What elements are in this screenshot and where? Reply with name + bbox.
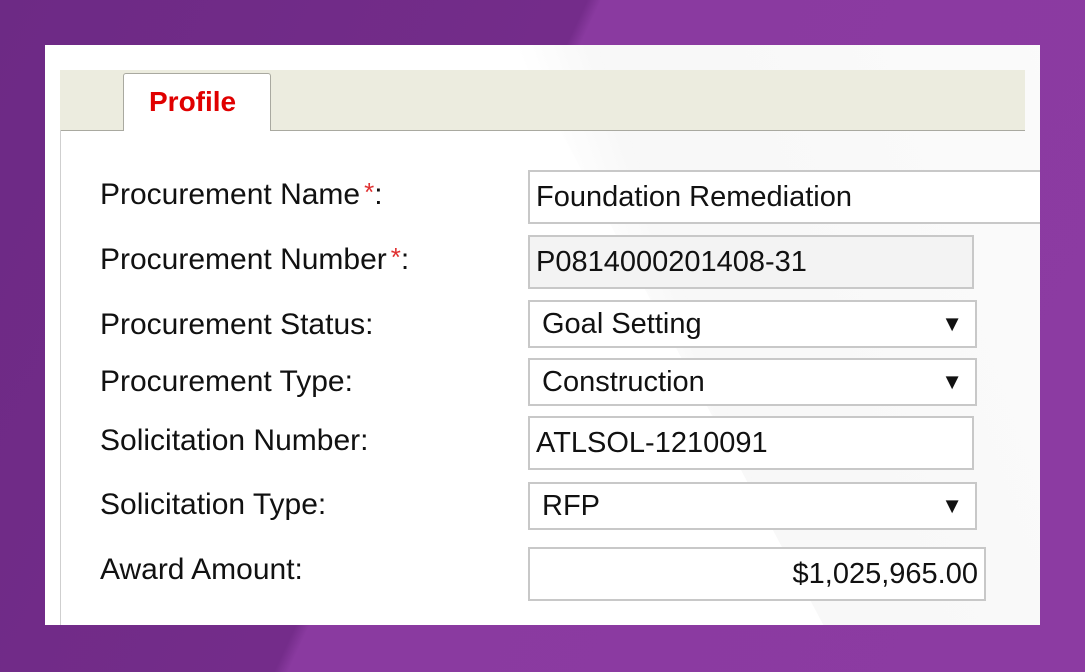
required-asterisk: * (364, 177, 375, 207)
solicitation-number-value: ATLSOL-1210091 (536, 426, 768, 459)
procurement-status-select[interactable]: Goal Setting ▼ (528, 300, 977, 348)
procurement-status-label: Procurement Status: (100, 308, 374, 341)
required-asterisk: * (390, 242, 401, 272)
procurement-number-value: P0814000201408-31 (536, 245, 807, 278)
procurement-name-label-text: Procurement Name (100, 178, 361, 211)
solicitation-type-label: Solicitation Type: (100, 488, 327, 521)
dropdown-arrow-icon: ▼ (941, 493, 963, 518)
procurement-name-input[interactable]: Foundation Remediation (528, 170, 1040, 224)
procurement-number-label: Procurement Number *: (100, 242, 409, 277)
procurement-type-label: Procurement Type: (100, 365, 353, 398)
procurement-name-colon: : (374, 178, 383, 211)
procurement-number-input[interactable]: P0814000201408-31 (528, 235, 974, 289)
procurement-number-colon: : (400, 243, 410, 276)
procurement-name-value: Foundation Remediation (536, 180, 852, 213)
solicitation-number-input[interactable]: ATLSOL-1210091 (528, 416, 974, 470)
award-amount-label: Award Amount: (100, 553, 303, 586)
dropdown-arrow-icon: ▼ (941, 311, 963, 336)
solicitation-number-label: Solicitation Number: (100, 424, 369, 457)
award-amount-input[interactable]: $1,025,965.00 (528, 547, 986, 601)
solicitation-type-select[interactable]: RFP ▼ (528, 482, 977, 530)
form-window: Profile Procurement Name *: Foundation Re… (45, 45, 1040, 625)
solicitation-type-value: RFP (542, 489, 600, 522)
tab-profile-label: Profile (149, 86, 237, 117)
procurement-type-value: Construction (542, 365, 705, 398)
dropdown-arrow-icon: ▼ (941, 369, 963, 394)
content-border (60, 130, 61, 625)
procurement-type-select[interactable]: Construction ▼ (528, 358, 977, 406)
procurement-status-value: Goal Setting (542, 307, 702, 340)
procurement-name-label: Procurement Name *: (100, 177, 383, 212)
tab-profile[interactable]: Profile (123, 73, 271, 131)
award-amount-value: $1,025,965.00 (792, 557, 978, 590)
tab-bar: Profile (60, 70, 1025, 131)
procurement-number-label-text: Procurement Number (100, 243, 387, 276)
